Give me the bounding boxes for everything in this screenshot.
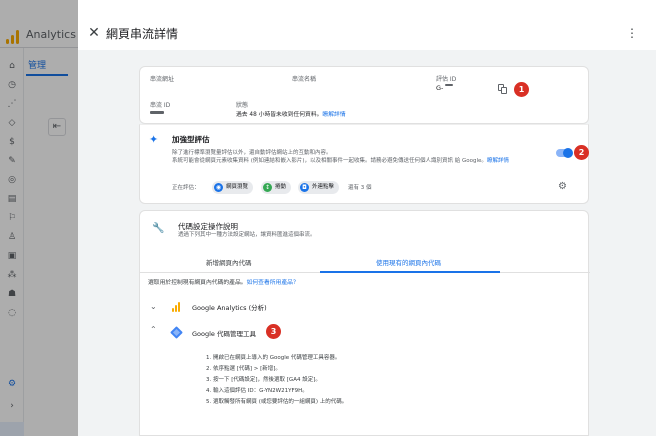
stream-id-label: 串流 ID bbox=[150, 102, 171, 109]
step-3: 3. 按一下 [代碼設定]，然後選取 [GA4 設定]。 bbox=[206, 377, 321, 383]
copy-icon[interactable] bbox=[498, 84, 507, 94]
tagging-instructions-card: 🔧 代碼設定操作說明 透過下列其中一種方法設定網站，讓資料匯進這個串流。 新增網… bbox=[139, 210, 590, 436]
status-label: 狀態 bbox=[236, 102, 249, 109]
stream-url-label: 串流網址 bbox=[150, 76, 175, 83]
stream-name-label: 串流名稱 bbox=[292, 76, 317, 83]
annotation-badge-3: 3 bbox=[266, 324, 281, 339]
measurement-id-label: 評估 ID bbox=[436, 76, 457, 83]
enhanced-learn-more-link[interactable]: 瞭解詳情 bbox=[487, 158, 509, 164]
enhanced-desc-line2: 系統可能會從網頁元素收集資料 (例如連結和嵌入影片)，以及相關事件一起收集。請務… bbox=[172, 158, 509, 164]
more-vert-icon[interactable]: ⋮ bbox=[626, 25, 638, 41]
status-text: 過去 48 小時皆未收到任何資料。瞭解詳情 bbox=[236, 112, 346, 118]
enhanced-toggle[interactable] bbox=[556, 148, 573, 158]
active-tab-underline bbox=[320, 271, 500, 273]
eye-icon: ◉ bbox=[214, 183, 223, 192]
chevron-down-icon[interactable]: ⌄ bbox=[150, 302, 157, 311]
google-analytics-icon bbox=[172, 302, 181, 312]
drawer-header: ✕ 網頁串流詳情 ⋮ bbox=[78, 0, 656, 50]
redacted-stream-id bbox=[150, 111, 164, 114]
measurement-id-value: G- bbox=[436, 84, 444, 92]
step-1: 1. 開啟已在網頁上導入的 Google 代碼管理工具容器。 bbox=[206, 355, 341, 361]
tag-manager-icon bbox=[170, 326, 183, 339]
step-2: 2. 依序點選 [代碼] > [新增]。 bbox=[206, 366, 281, 372]
tab-use-existing-tag[interactable]: 使用現有的網頁內代碼 bbox=[376, 257, 441, 267]
which-products-link[interactable]: 如何查看所用產品？ bbox=[247, 280, 299, 286]
chevron-up-icon[interactable]: ⌃ bbox=[150, 325, 157, 334]
gtm-steps-list: 1. 開啟已在網頁上導入的 Google 代碼管理工具容器。 2. 依序點選 [… bbox=[206, 353, 347, 408]
close-icon[interactable]: ✕ bbox=[86, 25, 102, 41]
product-prompt: 選取用於控制現有網頁內代碼的產品。如何查看所用產品？ bbox=[148, 280, 299, 286]
step-5: 5. 選取觸發所有網頁 (或您要評估的一組網頁) 上的代碼。 bbox=[206, 399, 348, 405]
product-google-tag-manager[interactable]: Google 代碼管理工具 bbox=[192, 328, 256, 338]
more-events-link[interactable]: 還有 3 個 bbox=[348, 184, 372, 192]
step-4: 4. 輸入這個評估 ID：G-YN2W21YF9H。 bbox=[206, 388, 308, 394]
measuring-label: 正在評估： bbox=[172, 185, 200, 191]
scroll-icon: ↕ bbox=[263, 183, 272, 192]
enhanced-measurement-card: ✦ 加強型評估 除了進行標準瀏覽量評估以外，還自動評估網站上的互動和內容。 系統… bbox=[139, 124, 589, 204]
tagging-subtitle: 透過下列其中一種方法設定網站，讓資料匯進這個串流。 bbox=[178, 232, 316, 238]
chip-page-views[interactable]: ◉ 網頁瀏覽 bbox=[212, 181, 254, 194]
lock-icon: ◘ bbox=[300, 183, 309, 192]
sparkle-icon: ✦ bbox=[149, 133, 159, 146]
tagging-tabs: 新增網頁內代碼 使用現有的網頁內代碼 bbox=[140, 251, 590, 273]
web-stream-drawer: ✕ 網頁串流詳情 ⋮ 串流網址 串流名稱 評估 ID G- 1 串流 ID 狀態… bbox=[78, 0, 656, 436]
tab-add-new-tag[interactable]: 新增網頁內代碼 bbox=[206, 257, 252, 267]
product-google-analytics[interactable]: Google Analytics (分析) bbox=[192, 302, 267, 312]
chip-scroll[interactable]: ↕ 捲動 bbox=[261, 181, 292, 194]
enhanced-title: 加強型評估 bbox=[172, 135, 210, 144]
status-learn-more-link[interactable]: 瞭解詳情 bbox=[322, 112, 345, 118]
enhanced-desc-line1: 除了進行標準瀏覽量評估以外，還自動評估網站上的互動和內容。 bbox=[172, 150, 332, 156]
settings-gear-icon[interactable]: ⚙ bbox=[558, 181, 567, 192]
chip-outbound-clicks[interactable]: ◘ 外連點擊 bbox=[298, 181, 340, 194]
scrim-overlay[interactable] bbox=[0, 0, 78, 436]
stream-details-card: 串流網址 串流名稱 評估 ID G- 1 串流 ID 狀態 過去 48 小時皆未… bbox=[139, 66, 589, 124]
drawer-title: 網頁串流詳情 bbox=[106, 27, 179, 41]
annotation-badge-1: 1 bbox=[514, 82, 529, 97]
redacted-measurement-id bbox=[445, 84, 453, 86]
wrench-icon: 🔧 bbox=[152, 223, 165, 234]
annotation-badge-2: 2 bbox=[574, 145, 589, 160]
